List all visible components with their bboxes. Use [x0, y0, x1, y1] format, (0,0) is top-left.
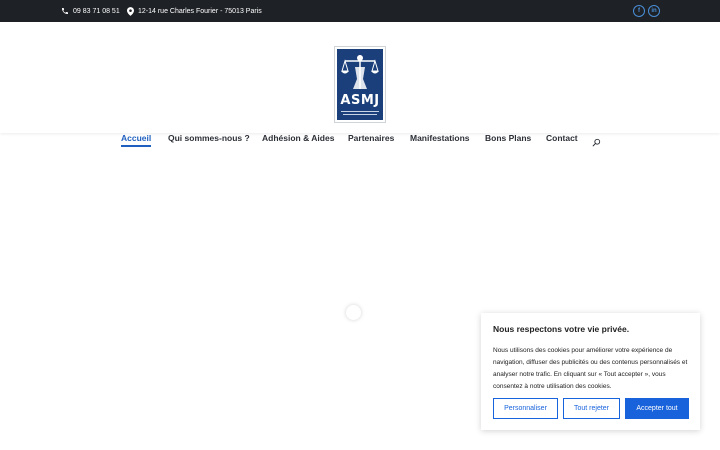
accept-all-button[interactable]: Accepter tout — [625, 398, 689, 419]
phone-icon — [61, 7, 69, 15]
address-text: 12-14 rue Charles Fourier - 75013 Paris — [138, 7, 262, 15]
site-header: ASMJ Accueil Qui sommes-nous ? Adhésion … — [0, 22, 720, 147]
phone-number: 09 83 71 08 51 — [73, 7, 120, 15]
nav-item-bons-plans[interactable]: Bons Plans — [485, 133, 531, 143]
map-pin-icon — [127, 6, 134, 16]
logo-emblem: ASMJ — [337, 49, 383, 120]
loading-spinner — [346, 305, 361, 320]
top-bar: 09 83 71 08 51 12-14 rue Charles Fourier… — [0, 0, 720, 22]
nav-item-accueil[interactable]: Accueil — [121, 133, 152, 147]
logo-tagline — [339, 111, 381, 118]
cookie-title: Nous respectons votre vie privée. — [493, 324, 630, 334]
phone-contact[interactable]: 09 83 71 08 51 — [61, 0, 120, 22]
search-icon[interactable] — [592, 134, 602, 147]
linkedin-icon[interactable]: in — [648, 5, 660, 17]
facebook-icon[interactable]: f — [633, 5, 645, 17]
nav-item-manifestations[interactable]: Manifestations — [410, 133, 470, 143]
cookie-consent-banner: Nous respectons votre vie privée. Nous u… — [481, 313, 700, 430]
cookie-buttons: Personnaliser Tout rejeter Accepter tout — [493, 398, 689, 419]
site-logo[interactable]: ASMJ — [334, 46, 386, 123]
reject-all-button[interactable]: Tout rejeter — [563, 398, 620, 419]
main-navigation: Accueil Qui sommes-nous ? Adhésion & Aid… — [0, 133, 720, 147]
customize-button[interactable]: Personnaliser — [493, 398, 558, 419]
cookie-text: Nous utilisons des cookies pour améliore… — [493, 347, 688, 390]
nav-item-qui-sommes-nous[interactable]: Qui sommes-nous ? — [168, 133, 250, 143]
logo-text: ASMJ — [340, 93, 380, 108]
address-contact[interactable]: 12-14 rue Charles Fourier - 75013 Paris — [127, 0, 262, 22]
nav-item-adhesion-aides[interactable]: Adhésion & Aides — [262, 133, 334, 143]
scales-of-justice-icon — [337, 49, 383, 93]
nav-item-contact[interactable]: Contact — [546, 133, 578, 143]
nav-item-partenaires[interactable]: Partenaires — [348, 133, 394, 143]
